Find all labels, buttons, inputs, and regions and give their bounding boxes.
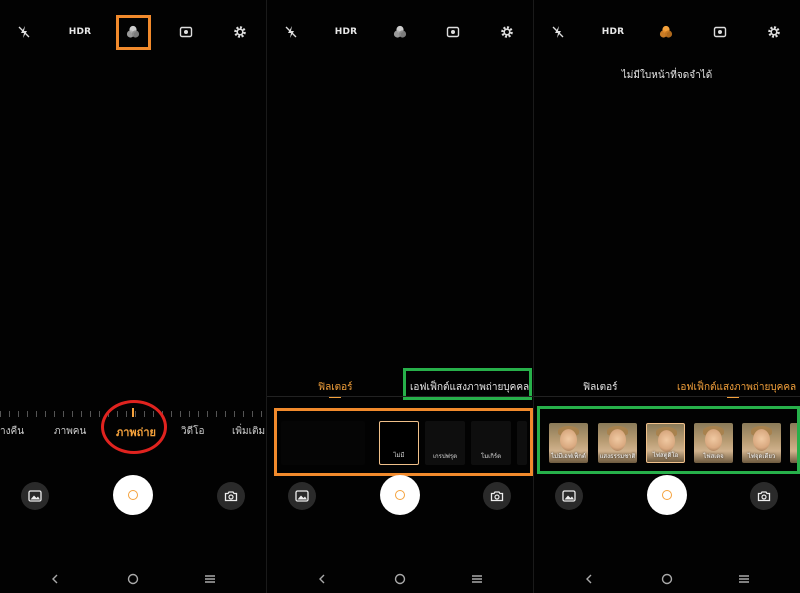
tab-filters[interactable]: ฟิลเตอร์: [583, 380, 618, 395]
system-nav-bar: [0, 570, 266, 588]
switch-camera-icon[interactable]: [217, 482, 245, 510]
system-nav-bar: [534, 570, 800, 588]
switch-camera-icon[interactable]: [750, 482, 778, 510]
effects-strip-highlight: [537, 406, 800, 474]
filter-icon[interactable]: [386, 18, 414, 46]
shutter-button[interactable]: [380, 475, 420, 515]
back-icon[interactable]: [580, 570, 598, 588]
filter-tabs: ฟิลเตอร์ เอฟเฟ็กต์แสงภาพถ่ายบุคคล: [534, 380, 800, 404]
hdr-toggle[interactable]: HDR: [66, 18, 94, 46]
mode-more[interactable]: เพิ่มเติม: [232, 424, 265, 439]
mode-portrait[interactable]: ภาพคน: [54, 424, 86, 439]
tabs-divider: [534, 396, 800, 397]
portrait-effect-icon[interactable]: [706, 18, 734, 46]
tab-portrait-lighting[interactable]: เอฟเฟ็กต์แสงภาพถ่ายบุคคล: [677, 380, 796, 395]
settings-icon[interactable]: [493, 18, 521, 46]
back-icon[interactable]: [313, 570, 331, 588]
filter-icon-active[interactable]: [652, 18, 680, 46]
mode-night[interactable]: างคืน: [0, 424, 24, 439]
home-icon[interactable]: [391, 570, 409, 588]
flash-off-icon[interactable]: [10, 18, 38, 46]
menu-icon[interactable]: [735, 570, 753, 588]
no-face-message: ไม่มีใบหน้าที่จดจำได้: [621, 70, 713, 81]
hdr-toggle[interactable]: HDR: [332, 18, 360, 46]
portrait-effect-icon[interactable]: [439, 18, 467, 46]
top-toolbar: HDR: [267, 18, 533, 46]
home-icon[interactable]: [124, 570, 142, 588]
switch-camera-icon[interactable]: [483, 482, 511, 510]
gallery-icon[interactable]: [21, 482, 49, 510]
system-nav-bar: [267, 570, 533, 588]
shutter-button[interactable]: [647, 475, 687, 515]
tab-filters[interactable]: ฟิลเตอร์: [318, 380, 353, 395]
photo-mode-highlight: [101, 400, 167, 454]
settings-icon[interactable]: [226, 18, 254, 46]
camera-panel-portrait-lighting: HDR ไม่มีใบหน้าที่จดจำได้ ฟิลเตอร์ เอฟเฟ…: [534, 0, 800, 593]
mode-video[interactable]: วิดีโอ: [181, 424, 205, 439]
filter-icon-highlight: [116, 15, 151, 50]
top-toolbar: HDR: [534, 18, 800, 46]
home-icon[interactable]: [658, 570, 676, 588]
settings-icon[interactable]: [760, 18, 788, 46]
shutter-button[interactable]: [113, 475, 153, 515]
camera-panel-filters: HDR ฟิลเตอร์ เอฟเฟ็กต์แสงภาพถ่ายบุคคล ไม…: [267, 0, 533, 593]
flash-off-icon[interactable]: [277, 18, 305, 46]
back-icon[interactable]: [46, 570, 64, 588]
menu-icon[interactable]: [468, 570, 486, 588]
flash-off-icon[interactable]: [544, 18, 572, 46]
filter-strip-highlight: [274, 408, 533, 476]
gallery-icon[interactable]: [288, 482, 316, 510]
menu-icon[interactable]: [201, 570, 219, 588]
hdr-toggle[interactable]: HDR: [599, 18, 627, 46]
tabs-divider: [267, 396, 533, 397]
camera-panel-photo-mode: HDR างคืน ภาพคน ภาพถ่าย วิดีโอ เพิ่มเติม: [0, 0, 266, 593]
gallery-icon[interactable]: [555, 482, 583, 510]
portrait-effect-icon[interactable]: [172, 18, 200, 46]
